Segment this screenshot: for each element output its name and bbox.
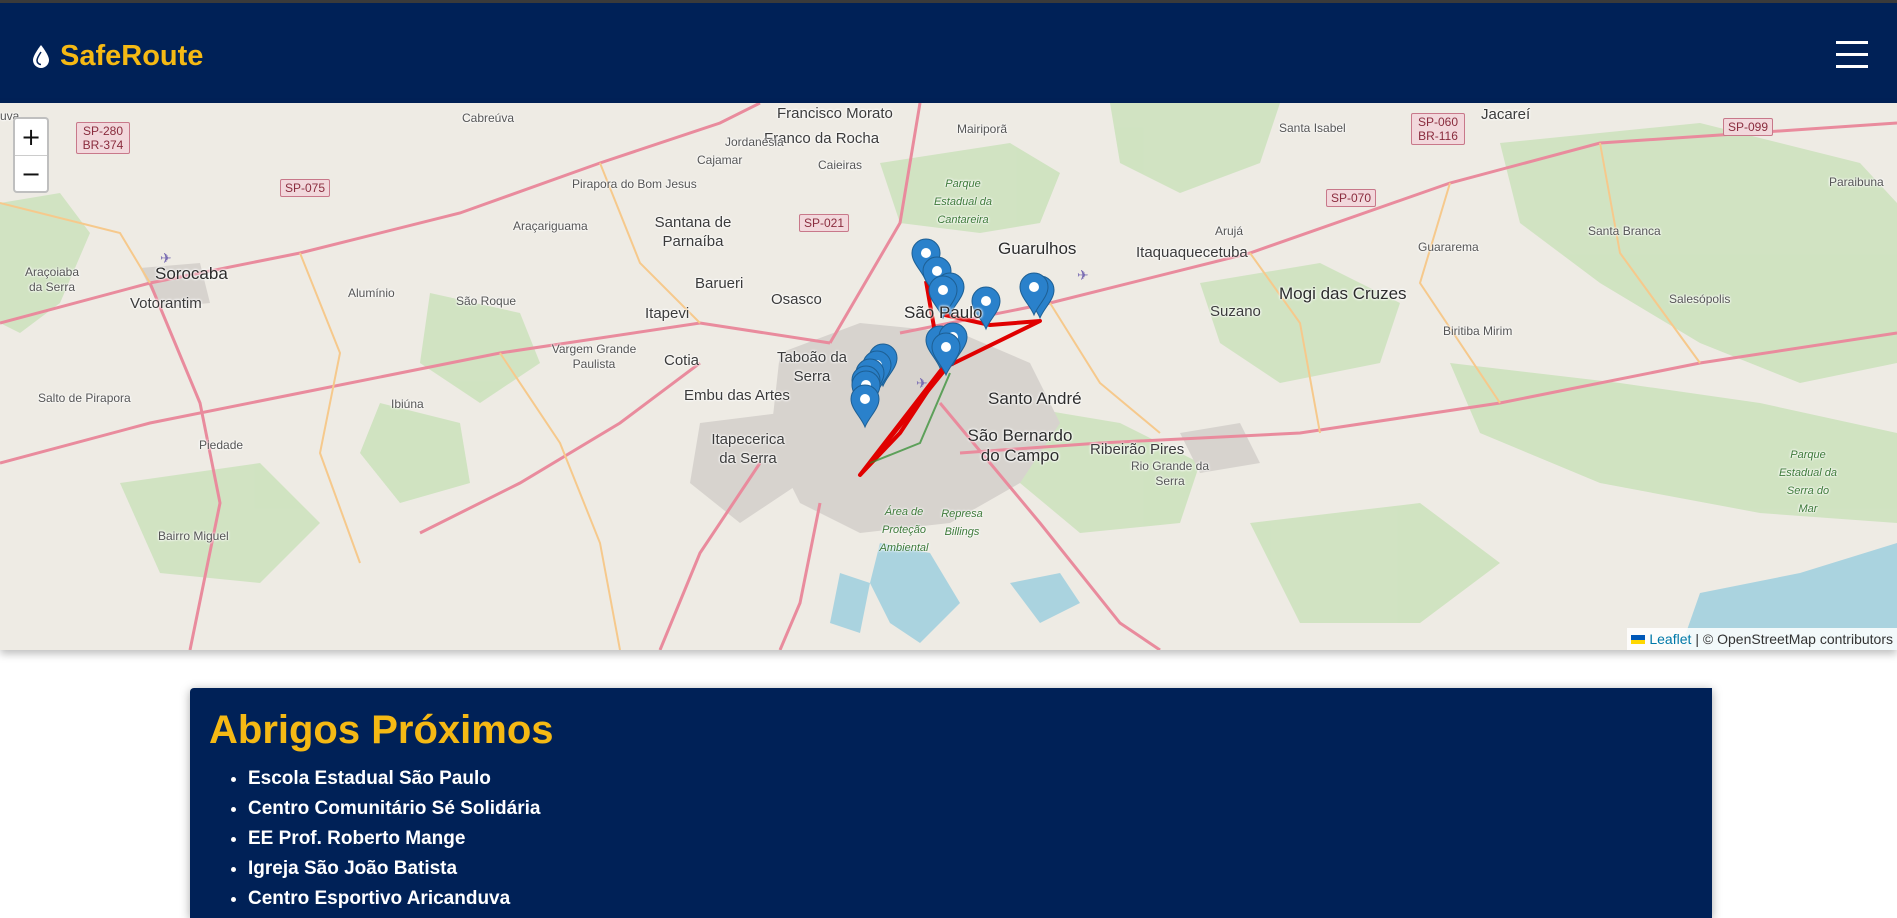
place-label: Pirapora do Bom Jesus: [572, 177, 697, 191]
menu-line: [1836, 41, 1868, 44]
place-label: Taboão da Serra: [776, 349, 848, 385]
place-label: Bairro Miguel: [158, 529, 229, 543]
shelters-list: Escola Estadual São Paulo Centro Comunit…: [228, 764, 540, 914]
place-label: Embu das Artes: [684, 387, 790, 404]
app-header: SafeRoute: [0, 3, 1897, 103]
place-label: Mairiporã: [957, 122, 1008, 136]
road-shield: SP-280 BR-374: [76, 122, 130, 154]
shelters-panel: Abrigos Próximos Escola Estadual São Pau…: [190, 688, 1712, 918]
place-label: Osasco: [771, 291, 822, 308]
place-label: Barueri: [695, 275, 744, 292]
list-item[interactable]: EE Prof. Roberto Mange: [248, 824, 540, 854]
list-item[interactable]: Centro Esportivo Aricanduva: [248, 884, 540, 914]
place-label: São Roque: [456, 294, 517, 308]
place-label: São Bernardo do Campo: [967, 426, 1073, 465]
place-label: Mogi das Cruzes: [1279, 284, 1407, 303]
map-attribution: Leaflet | © OpenStreetMap contributors: [1627, 628, 1897, 650]
road-shield: SP-075: [280, 179, 331, 197]
place-label: Cotia: [664, 352, 700, 369]
place-label: Santo André: [988, 389, 1082, 408]
zoom-in-button[interactable]: +: [15, 119, 47, 156]
place-label: Jordanésia: [725, 135, 784, 149]
place-label: Itapevi: [645, 305, 690, 322]
map-view[interactable]: ✈ ✈ ✈ Francisco Morato Franco da Rocha M…: [0, 103, 1897, 650]
place-label: Cajamar: [697, 153, 743, 167]
list-item[interactable]: Centro Comunitário Sé Solidária: [248, 794, 540, 824]
place-label: Rio Grande da Serra: [1130, 459, 1210, 488]
zoom-control: + −: [13, 117, 49, 193]
place-label: Jacareí: [1481, 106, 1531, 123]
water-drop-icon: [33, 45, 49, 68]
place-label: Francisco Morato: [777, 105, 893, 122]
place-label: Arujá: [1215, 224, 1244, 238]
place-label: Caieiras: [818, 158, 863, 172]
place-label: Araçoiaba da Serra: [24, 265, 80, 294]
place-label: Suzano: [1210, 303, 1261, 320]
park-label: Área de Proteção Ambiental: [879, 506, 929, 554]
app-title: SafeRoute: [60, 39, 204, 72]
place-label: Santa Isabel: [1279, 121, 1346, 135]
zoom-out-button[interactable]: −: [15, 156, 47, 192]
place-label: Salesópolis: [1669, 292, 1731, 306]
place-label: Votorantim: [130, 295, 202, 312]
road-shield: SP-099: [1723, 118, 1774, 136]
list-item[interactable]: Igreja São João Batista: [248, 854, 540, 884]
road-shield: SP-070: [1326, 189, 1377, 207]
park-label: Represa Billings: [941, 508, 983, 538]
place-label: Araçariguama: [513, 219, 588, 233]
place-label: Ribeirão Pires: [1090, 441, 1185, 458]
place-label: Paraibuna: [1829, 175, 1884, 189]
place-label: Ibiúna: [391, 397, 424, 411]
place-label: Sorocaba: [155, 264, 228, 283]
leaflet-link[interactable]: Leaflet: [1649, 628, 1691, 650]
road-shield: SP-060 BR-116: [1411, 113, 1465, 145]
svg-text:✈: ✈: [1077, 267, 1089, 283]
place-label: Biritiba Mirim: [1443, 324, 1513, 338]
place-label: Alumínio: [348, 286, 395, 300]
park-label: Parque Estadual da Serra do Mar: [1778, 449, 1838, 515]
place-label: Guararema: [1418, 240, 1479, 254]
place-label: Vargem Grande Paulista: [551, 342, 637, 371]
menu-line: [1836, 53, 1868, 56]
place-label: Itapecerica da Serra: [711, 431, 785, 467]
place-label: São Paulo: [904, 303, 983, 322]
park-label: Parque Estadual da Cantareira: [933, 178, 993, 226]
svg-text:✈: ✈: [916, 375, 928, 391]
place-label: Santana de Parnaíba: [654, 214, 732, 250]
shelters-title: Abrigos Próximos: [209, 708, 554, 752]
hamburger-menu-icon[interactable]: [1836, 39, 1868, 71]
place-label: Salto de Pirapora: [38, 391, 131, 405]
place-label: Itaquaquecetuba: [1136, 244, 1248, 261]
road-shield: SP-021: [799, 214, 850, 232]
place-label: Piedade: [199, 438, 244, 452]
list-item[interactable]: Escola Estadual São Paulo: [248, 764, 540, 794]
osm-attribution: | © OpenStreetMap contributors: [1695, 631, 1893, 647]
place-label: Guarulhos: [998, 239, 1077, 258]
place-label: Santa Branca: [1588, 224, 1661, 238]
place-label: Cabreúva: [462, 111, 515, 125]
menu-line: [1836, 65, 1868, 68]
brand[interactable]: SafeRoute: [30, 39, 203, 73]
ukraine-flag-icon: [1631, 634, 1646, 644]
